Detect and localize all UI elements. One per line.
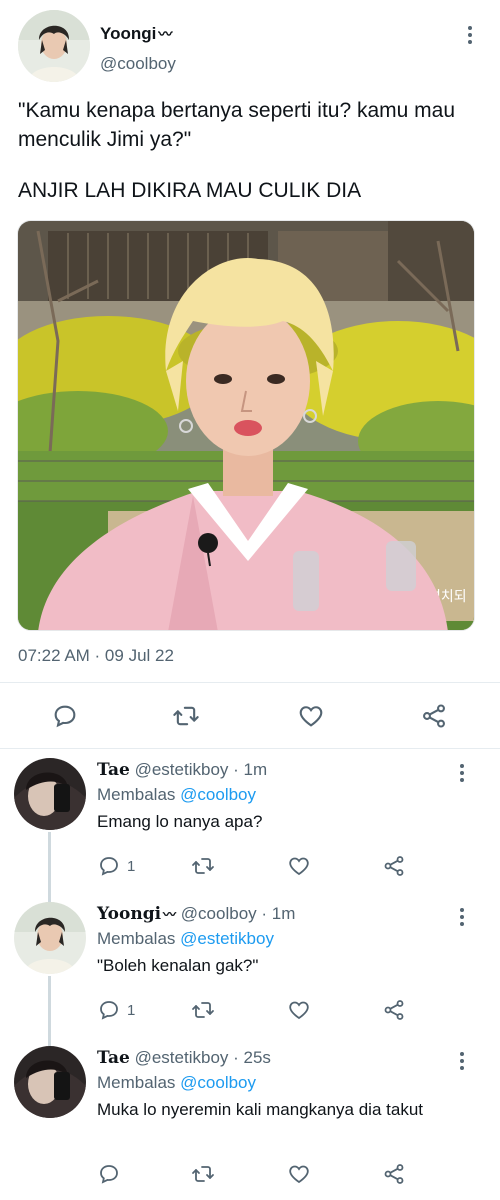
heart-icon (297, 702, 325, 730)
avatar[interactable] (14, 1046, 86, 1118)
replying-mention[interactable]: @coolboy (180, 1073, 256, 1092)
replying-to: Membalas @coolboy (97, 785, 256, 805)
handle[interactable]: @estetikboy (135, 760, 229, 779)
display-name-text: Yoongi (100, 24, 157, 43)
handle[interactable]: @coolboy (100, 54, 176, 74)
tweet-text-caption: ANJIR LAH DIKIRA MAU CULIK DIA (18, 179, 362, 202)
tweet-text-quote: "Kamu kenapa bertanya seperti itu? kamu … (18, 99, 456, 151)
reply-icon (51, 702, 79, 730)
divider (0, 682, 500, 683)
retweet-icon (172, 702, 200, 730)
display-name[interactable]: Yoongi 〰 (100, 24, 172, 44)
retweet-icon (191, 998, 215, 1022)
heart-icon (287, 1162, 311, 1186)
reply-button[interactable]: 1 (97, 998, 135, 1022)
reply-tweet[interactable]: Tae @estetikboy · 25s Membalas @coolboy … (0, 1036, 500, 1200)
replying-to: Membalas @estetikboy (97, 929, 274, 949)
thread-line (48, 892, 51, 902)
reply-header: Yoongi 〰 @coolboy · 1m (97, 904, 295, 924)
reply-icon (97, 854, 121, 878)
name-suffix-emoji: 〰 (163, 908, 177, 923)
replying-label: Membalas (97, 929, 176, 948)
reply-count: 1 (127, 1001, 136, 1019)
reply-actions: 1 (97, 854, 417, 880)
avatar[interactable] (14, 758, 86, 830)
reply-time[interactable]: · 1m (233, 760, 267, 779)
display-name[interactable]: Tae (97, 760, 130, 780)
replying-mention[interactable]: @coolboy (180, 785, 256, 804)
reply-actions (97, 1162, 417, 1188)
retweet-icon (191, 1162, 215, 1186)
retweet-button[interactable] (191, 854, 215, 878)
main-tweet-header: Yoongi 〰 @coolboy (18, 10, 482, 84)
like-button[interactable] (297, 702, 325, 730)
retweet-icon (191, 854, 215, 878)
reply-text: Muka lo nyeremin kali mangkanya dia taku… (97, 1100, 423, 1119)
more-vertical-icon[interactable] (458, 1050, 466, 1072)
share-button[interactable] (420, 702, 448, 730)
heart-icon (287, 998, 311, 1022)
heart-icon (287, 854, 311, 878)
tweet-timestamp[interactable]: 07:22 AM · 09 Jul 22 (18, 646, 174, 666)
share-icon (420, 702, 448, 730)
reply-icon (97, 998, 121, 1022)
retweet-button[interactable] (172, 702, 200, 730)
avatar[interactable] (18, 10, 90, 82)
avatar[interactable] (14, 902, 86, 974)
reply-time[interactable]: · 1m (261, 904, 295, 923)
main-tweet-actions (0, 698, 500, 734)
like-button[interactable] (287, 1162, 311, 1186)
retweet-button[interactable] (191, 1162, 215, 1186)
retweet-button[interactable] (191, 998, 215, 1022)
reply-header: Tae @estetikboy · 25s (97, 1048, 271, 1068)
display-name-text: Yoongi (97, 904, 162, 924)
more-vertical-icon[interactable] (458, 906, 466, 928)
handle[interactable]: @estetikboy (135, 1048, 229, 1067)
thread-line (48, 976, 51, 1042)
share-icon (382, 998, 406, 1022)
reply-button[interactable]: 1 (97, 854, 135, 878)
tweet-photo[interactable]: 설치되 (17, 220, 475, 631)
share-icon (382, 854, 406, 878)
more-vertical-icon[interactable] (466, 24, 474, 46)
display-name[interactable]: Yoongi 〰 (97, 904, 176, 924)
reply-button[interactable] (97, 1162, 127, 1186)
reply-text: "Boleh kenalan gak?" (97, 956, 259, 975)
divider (0, 748, 500, 749)
replying-to: Membalas @coolboy (97, 1073, 256, 1093)
more-vertical-icon[interactable] (458, 762, 466, 784)
reply-icon (97, 1162, 121, 1186)
replying-label: Membalas (97, 785, 176, 804)
reply-tweet[interactable]: Tae @estetikboy · 1m Membalas @coolboy E… (0, 758, 500, 898)
reply-header: Tae @estetikboy · 1m (97, 760, 267, 780)
like-button[interactable] (287, 998, 311, 1022)
reply-time[interactable]: · 25s (233, 1048, 271, 1067)
reply-text: Emang lo nanya apa? (97, 812, 263, 831)
handle[interactable]: @coolboy (181, 904, 257, 923)
thread-line (48, 832, 51, 898)
thread-line (48, 1036, 51, 1046)
replying-mention[interactable]: @estetikboy (180, 929, 274, 948)
share-button[interactable] (382, 854, 406, 878)
reply-actions: 1 (97, 998, 417, 1024)
like-button[interactable] (287, 854, 311, 878)
replying-label: Membalas (97, 1073, 176, 1092)
share-button[interactable] (382, 1162, 406, 1186)
display-name[interactable]: Tae (97, 1048, 130, 1068)
share-button[interactable] (382, 998, 406, 1022)
share-icon (382, 1162, 406, 1186)
name-suffix-emoji: 〰 (158, 26, 173, 42)
reply-button[interactable] (51, 702, 79, 730)
reply-count: 1 (127, 857, 136, 875)
reply-tweet[interactable]: Yoongi 〰 @coolboy · 1m Membalas @estetikb… (0, 892, 500, 1042)
